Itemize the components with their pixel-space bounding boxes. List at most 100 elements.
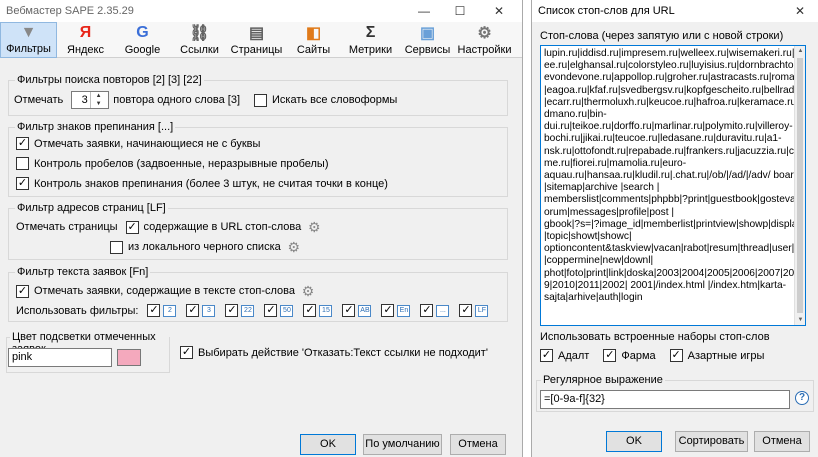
- sites-icon: ◧: [305, 25, 322, 42]
- filter-7-icon: ...: [436, 304, 450, 317]
- builtin-0-label: Адалт: [558, 349, 590, 362]
- stopwords-line: me.ru|fiorei.ru|mamolia.ru|euro-: [544, 157, 687, 169]
- all-forms-checkbox[interactable]: [254, 93, 268, 107]
- text-filter-group: Фильтр текста заявок [Fn] ✓ Отмечать зая…: [8, 266, 508, 322]
- stopwords-line: |ecarr.ru|thermoluxh.ru|keucoe.ru|hafroa…: [544, 96, 794, 108]
- stopwords-line: optioncontent&taskview|vacan|rabot|resum…: [544, 243, 794, 255]
- filter-8-checkbox[interactable]: ✓: [459, 304, 473, 317]
- text-filter-title: Фильтр текста заявок [Fn]: [15, 266, 151, 278]
- toolbar-link-button[interactable]: ⛓ Ссылки: [171, 22, 228, 58]
- filter-6-checkbox[interactable]: ✓: [381, 304, 395, 317]
- dialog-title-bar: Список стоп-слов для URL ✕: [532, 0, 818, 22]
- highlight-color-swatch[interactable]: [117, 349, 141, 366]
- builtin-sets-label: Использовать встроенные наборы стоп-слов: [540, 331, 770, 343]
- dialog-cancel-button[interactable]: Отмена: [754, 431, 810, 452]
- filter-0-checkbox[interactable]: ✓: [147, 304, 161, 317]
- stopwords-line: |sitemap|archive |search |: [544, 182, 660, 194]
- stopwords-line: 9|2010|2011|2002| 2001|/index.html |/ind…: [544, 279, 787, 291]
- toolbar-pages-button[interactable]: ▤ Страницы: [228, 22, 285, 58]
- stopwords-line: |topic|showt|showc|: [544, 231, 632, 243]
- toolbar-services-button[interactable]: ▣ Сервисы: [399, 22, 456, 58]
- sort-button[interactable]: Сортировать: [675, 431, 748, 452]
- repeat-count-stepper[interactable]: 3 ▲ ▼: [71, 91, 110, 109]
- link-icon: ⛓: [189, 25, 210, 42]
- gear-icon: ⚙: [477, 25, 492, 42]
- yandex-icon: Я: [79, 24, 92, 41]
- dialog-close-icon[interactable]: ✕: [785, 0, 815, 22]
- address-opt1-gear-icon[interactable]: ⚙: [307, 220, 321, 234]
- text-opt1-gear-icon[interactable]: ⚙: [301, 284, 315, 298]
- scroll-down-icon[interactable]: ▼: [795, 315, 806, 325]
- text-opt1-label: Отмечать заявки, содержащие в тексте сто…: [34, 285, 295, 297]
- punct-opt1-label: Отмечать заявки, начинающиеся не с буквы: [34, 137, 261, 150]
- stopwords-line: bochi.ru|jikai.ru|teucoe.ru|ledasane.ru|…: [544, 133, 782, 145]
- stopwords-scrollbar[interactable]: ▲ ▼: [794, 46, 805, 325]
- punct-opt2-checkbox[interactable]: [16, 157, 29, 170]
- filter-4-icon: 15: [319, 304, 333, 317]
- stopwords-line: |coppermine|new|downl|: [544, 255, 654, 267]
- filter-7-checkbox[interactable]: ✓: [420, 304, 434, 317]
- auto-action-checkbox[interactable]: ✓: [180, 346, 193, 359]
- settings-window: Вебмастер SAPE 2.35.29 — ☐ ✕ ▼ Фильтры Я Ян…: [0, 0, 523, 457]
- stopwords-line: orum|messages|profile|post |: [544, 206, 675, 218]
- punct-opt3-label: Контроль знаков препинания (более 3 штук…: [34, 177, 388, 190]
- punct-opt1-checkbox[interactable]: ✓: [16, 137, 29, 150]
- address-opt2-checkbox[interactable]: [110, 240, 123, 254]
- address-opt1-label: содержащие в URL стоп-слова: [143, 221, 302, 233]
- filter-3-icon: 50: [280, 304, 294, 317]
- builtin-sets-row: ✓ Адалт ✓ Фарма ✓ Азартные игры: [540, 349, 778, 362]
- filter-0-icon: 2: [163, 304, 177, 317]
- stopwords-line: memberslist|comments|phpbb|?print|guestb…: [544, 194, 794, 206]
- regex-help-icon[interactable]: ?: [795, 391, 809, 405]
- filter-3-checkbox[interactable]: ✓: [264, 304, 278, 317]
- text-opt1-checkbox[interactable]: ✓: [16, 284, 29, 298]
- builtin-0-checkbox[interactable]: ✓: [540, 349, 553, 362]
- defaults-button[interactable]: По умолчанию: [363, 434, 442, 455]
- scroll-up-icon[interactable]: ▲: [795, 46, 806, 56]
- address-mark-label: Отмечать страницы: [16, 221, 118, 233]
- toolbar-funnel-button[interactable]: ▼ Фильтры: [0, 22, 57, 58]
- repeat-filter-title: Фильтры поиска повторов [2] [3] [22]: [15, 74, 204, 86]
- builtin-1-label: Фарма: [621, 349, 656, 362]
- stopwords-textarea[interactable]: lupin.ru|iddisd.ru|impresem.ru|welleex.r…: [540, 45, 806, 326]
- stopwords-label: Стоп-слова (через запятую или с новой ст…: [540, 30, 784, 42]
- punct-opt3-checkbox[interactable]: ✓: [16, 177, 29, 190]
- filter-2-checkbox[interactable]: ✓: [225, 304, 239, 317]
- regex-input[interactable]: =[0-9a-f]{32}: [540, 390, 790, 409]
- builtin-1-checkbox[interactable]: ✓: [603, 349, 617, 362]
- toolbar-gear-button[interactable]: ⚙ Настройки: [456, 22, 513, 58]
- toolbar-label: Ссылки: [180, 44, 219, 56]
- window-gap: [523, 0, 531, 457]
- maximize-icon[interactable]: ☐: [445, 0, 475, 22]
- address-opt2-label: из локального черного списка: [128, 241, 281, 253]
- stopwords-line: dmano.ru|bin-: [544, 109, 607, 121]
- address-filter-title: Фильтр адресов страниц [LF]: [15, 202, 168, 214]
- stepper-arrows-icon[interactable]: ▲ ▼: [89, 92, 109, 108]
- minimize-icon[interactable]: —: [409, 0, 439, 22]
- builtin-2-checkbox[interactable]: ✓: [669, 349, 683, 362]
- filter-5-checkbox[interactable]: ✓: [342, 304, 356, 317]
- filter-4-checkbox[interactable]: ✓: [303, 304, 317, 317]
- toolbar-label: Настройки: [457, 44, 512, 56]
- funnel-icon: ▼: [20, 23, 37, 41]
- sigma-icon: Σ: [365, 24, 376, 41]
- filter-2-icon: 22: [241, 304, 255, 317]
- toolbar-sites-button[interactable]: ◧ Сайты: [285, 22, 342, 58]
- pages-icon: ▤: [248, 25, 265, 42]
- dialog-ok-button[interactable]: OK: [606, 431, 662, 452]
- toolbar-google-button[interactable]: G Google: [114, 22, 171, 58]
- address-opt1-checkbox[interactable]: ✓: [125, 220, 139, 234]
- address-opt2-gear-icon[interactable]: ⚙: [287, 240, 301, 254]
- stopwords-line: gbook|?s=|?image_id|memberlist|printview…: [544, 218, 794, 230]
- stopwords-line: lupin.ru|iddisd.ru|impresem.ru|welleex.r…: [544, 48, 794, 59]
- toolbar-sigma-button[interactable]: Σ Метрики: [342, 22, 399, 58]
- title-bar: Вебмастер SAPE 2.35.29 — ☐ ✕: [0, 0, 522, 22]
- stopwords-line: ee.ru|elghansal.ru|colorstyleo.ru|luyisi…: [544, 60, 794, 72]
- cancel-button[interactable]: Отмена: [450, 434, 506, 455]
- close-icon[interactable]: ✕: [484, 0, 514, 22]
- filter-1-checkbox[interactable]: ✓: [186, 304, 200, 317]
- toolbar-yandex-button[interactable]: Я Яндекс: [57, 22, 114, 58]
- highlight-color-input[interactable]: pink: [8, 348, 112, 367]
- scroll-thumb[interactable]: [797, 58, 803, 313]
- ok-button[interactable]: OK: [300, 434, 356, 455]
